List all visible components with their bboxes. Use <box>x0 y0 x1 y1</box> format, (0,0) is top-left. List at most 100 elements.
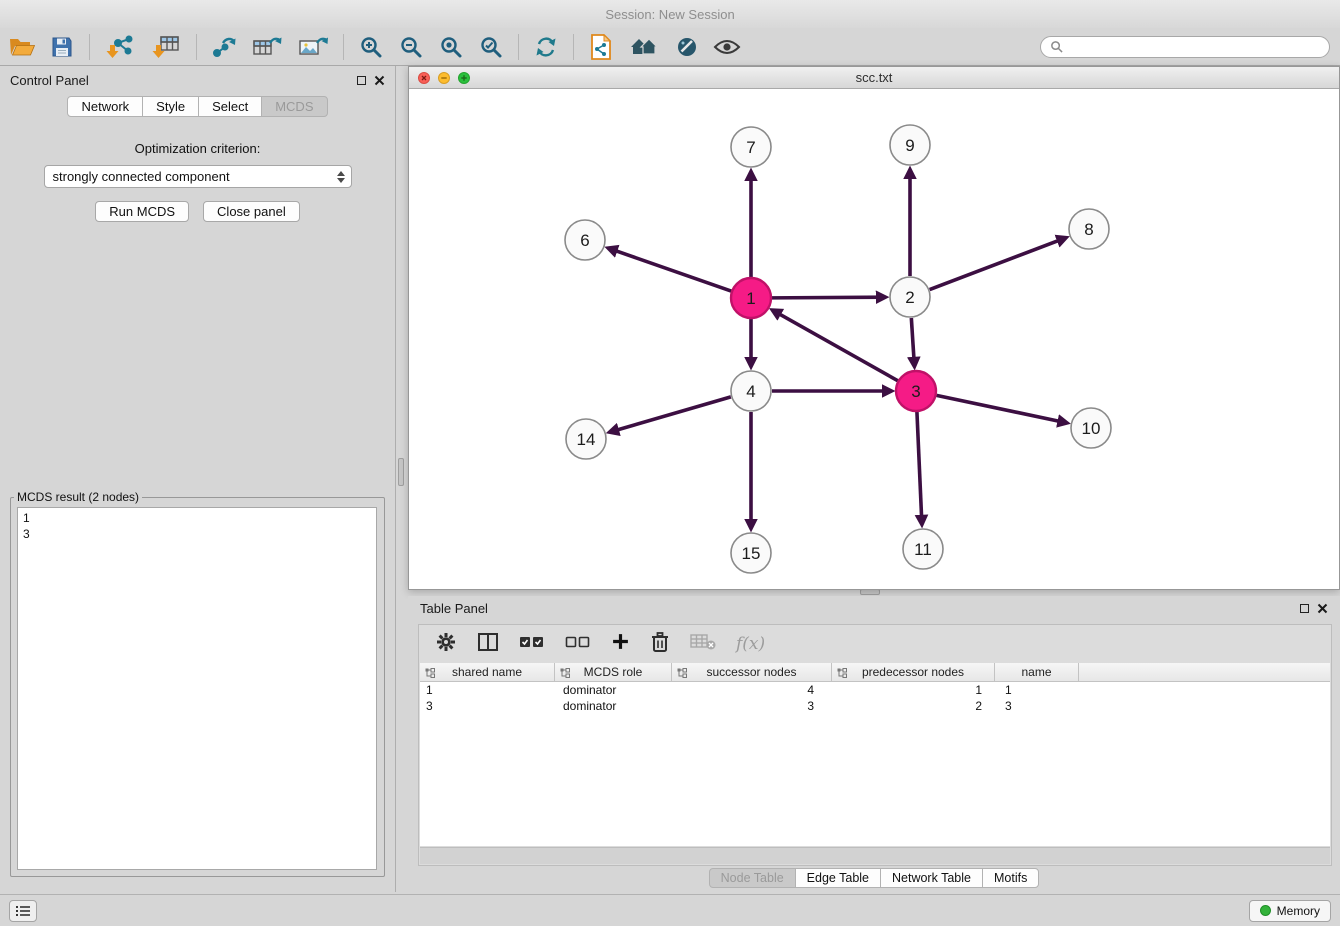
cell-shared-name[interactable]: 1 <box>420 682 555 698</box>
zoom-selected-button[interactable] <box>471 31 511 63</box>
zoom-window-icon[interactable] <box>458 72 470 84</box>
status-bar: Memory <box>0 894 1340 926</box>
task-history-button[interactable] <box>9 900 37 922</box>
float-panel-icon[interactable] <box>357 76 366 85</box>
toolbar-separator <box>343 34 344 60</box>
tab-style[interactable]: Style <box>142 96 199 117</box>
zoom-selected-icon <box>479 35 503 59</box>
mcds-result-item[interactable]: 3 <box>23 526 371 542</box>
column-header-shared-name[interactable]: shared name <box>420 663 555 682</box>
graph-node-label-14: 14 <box>577 430 596 449</box>
graph-edge-1-6[interactable] <box>610 249 732 291</box>
apply-layout-button[interactable] <box>526 31 566 63</box>
graph-node-label-15: 15 <box>742 544 761 563</box>
cell-successor-nodes[interactable]: 4 <box>672 682 832 698</box>
table-horizontal-scrollbar[interactable] <box>420 847 1330 864</box>
table-panel-tabs: Node Table Edge Table Network Table Moti… <box>408 868 1340 888</box>
export-network-button[interactable] <box>204 31 244 63</box>
add-column-button[interactable] <box>611 632 630 656</box>
vertical-splitter-handle[interactable] <box>398 458 404 486</box>
graph-node-label-9: 9 <box>905 136 914 155</box>
float-table-panel-icon[interactable] <box>1300 604 1309 613</box>
network-window-titlebar[interactable]: scc.txt <box>409 67 1339 89</box>
save-session-button[interactable] <box>42 31 82 63</box>
graph-edge-2-3[interactable] <box>911 318 914 365</box>
zoom-fit-icon <box>439 35 463 59</box>
column-header-name[interactable]: name <box>995 663 1079 682</box>
tab-network-table[interactable]: Network Table <box>880 868 983 888</box>
show-hide-button[interactable] <box>707 31 747 63</box>
zoom-out-button[interactable] <box>391 31 431 63</box>
search-input[interactable] <box>1068 40 1320 54</box>
cell-name[interactable]: 1 <box>995 682 1079 698</box>
network-canvas[interactable]: 7968124314101511 <box>409 89 1339 589</box>
criterion-dropdown[interactable]: strongly connected component <box>44 165 352 188</box>
close-panel-icon[interactable] <box>374 75 385 86</box>
node-table-container: f(x) shared name MCDS role successor nod… <box>418 624 1332 866</box>
tab-select[interactable]: Select <box>198 96 262 117</box>
deselect-all-button[interactable] <box>565 634 591 655</box>
mcds-result-list[interactable]: 1 3 <box>17 507 377 870</box>
function-builder-button[interactable]: f(x) <box>736 634 765 654</box>
deselect-all-icon <box>565 634 591 650</box>
delete-column-button[interactable] <box>650 631 670 658</box>
close-panel-button[interactable]: Close panel <box>203 201 300 222</box>
mcds-result-group: MCDS result (2 nodes) 1 3 <box>10 490 385 877</box>
cell-mcds-role[interactable]: dominator <box>555 682 672 698</box>
tab-mcds[interactable]: MCDS <box>261 96 327 117</box>
export-image-button[interactable] <box>290 31 336 63</box>
zoom-out-icon <box>399 35 423 59</box>
table-row[interactable]: 3 dominator 3 2 3 <box>420 698 1330 714</box>
column-header-successor-nodes[interactable]: successor nodes <box>672 663 832 682</box>
graph-edge-2-8[interactable] <box>930 238 1065 289</box>
search-icon <box>1050 40 1063 53</box>
import-table-button[interactable] <box>143 31 189 63</box>
cell-name[interactable]: 3 <box>995 698 1079 714</box>
save-icon <box>51 36 73 58</box>
delete-table-button[interactable] <box>690 633 716 656</box>
export-table-button[interactable] <box>244 31 290 63</box>
toolbar-separator <box>518 34 519 60</box>
zoom-in-button[interactable] <box>351 31 391 63</box>
toolbar-separator <box>196 34 197 60</box>
home-button[interactable] <box>621 31 667 63</box>
graph-edge-1-2[interactable] <box>772 297 884 298</box>
memory-button[interactable]: Memory <box>1249 900 1331 922</box>
global-search-field[interactable] <box>1040 36 1330 58</box>
tab-edge-table[interactable]: Edge Table <box>795 868 881 888</box>
cell-predecessor-nodes[interactable]: 1 <box>832 682 995 698</box>
graph-edge-3-1[interactable] <box>774 311 898 381</box>
style-badge-button[interactable] <box>667 31 707 63</box>
select-all-button[interactable] <box>519 634 545 655</box>
cell-successor-nodes[interactable]: 3 <box>672 698 832 714</box>
gear-icon <box>435 631 457 653</box>
tab-network[interactable]: Network <box>67 96 143 117</box>
network-view-window: scc.txt 7968124314101511 <box>408 66 1340 590</box>
document-share-button[interactable] <box>581 31 621 63</box>
tab-motifs[interactable]: Motifs <box>982 868 1039 888</box>
open-file-button[interactable] <box>2 31 42 63</box>
column-header-predecessor-nodes[interactable]: predecessor nodes <box>832 663 995 682</box>
graph-node-label-7: 7 <box>746 138 755 157</box>
window-title: Session: New Session <box>605 7 734 22</box>
import-network-button[interactable] <box>97 31 143 63</box>
cell-shared-name[interactable]: 3 <box>420 698 555 714</box>
dropdown-stepper-icon <box>337 171 347 183</box>
column-header-mcds-role[interactable]: MCDS role <box>555 663 672 682</box>
close-table-panel-icon[interactable] <box>1317 603 1328 614</box>
show-columns-button[interactable] <box>477 632 499 657</box>
cell-mcds-role[interactable]: dominator <box>555 698 672 714</box>
run-mcds-button[interactable]: Run MCDS <box>95 201 189 222</box>
tab-node-table[interactable]: Node Table <box>709 868 796 888</box>
graph-edge-4-14[interactable] <box>611 397 731 432</box>
table-settings-button[interactable] <box>435 631 457 658</box>
minimize-window-icon[interactable] <box>438 72 450 84</box>
table-row[interactable]: 1 dominator 4 1 1 <box>420 682 1330 698</box>
close-window-icon[interactable] <box>418 72 430 84</box>
zoom-fit-button[interactable] <box>431 31 471 63</box>
graph-edge-3-10[interactable] <box>937 395 1066 422</box>
cell-predecessor-nodes[interactable]: 2 <box>832 698 995 714</box>
network-graph-svg[interactable]: 7968124314101511 <box>409 89 1339 589</box>
mcds-result-item[interactable]: 1 <box>23 510 371 526</box>
graph-edge-3-11[interactable] <box>917 412 922 523</box>
